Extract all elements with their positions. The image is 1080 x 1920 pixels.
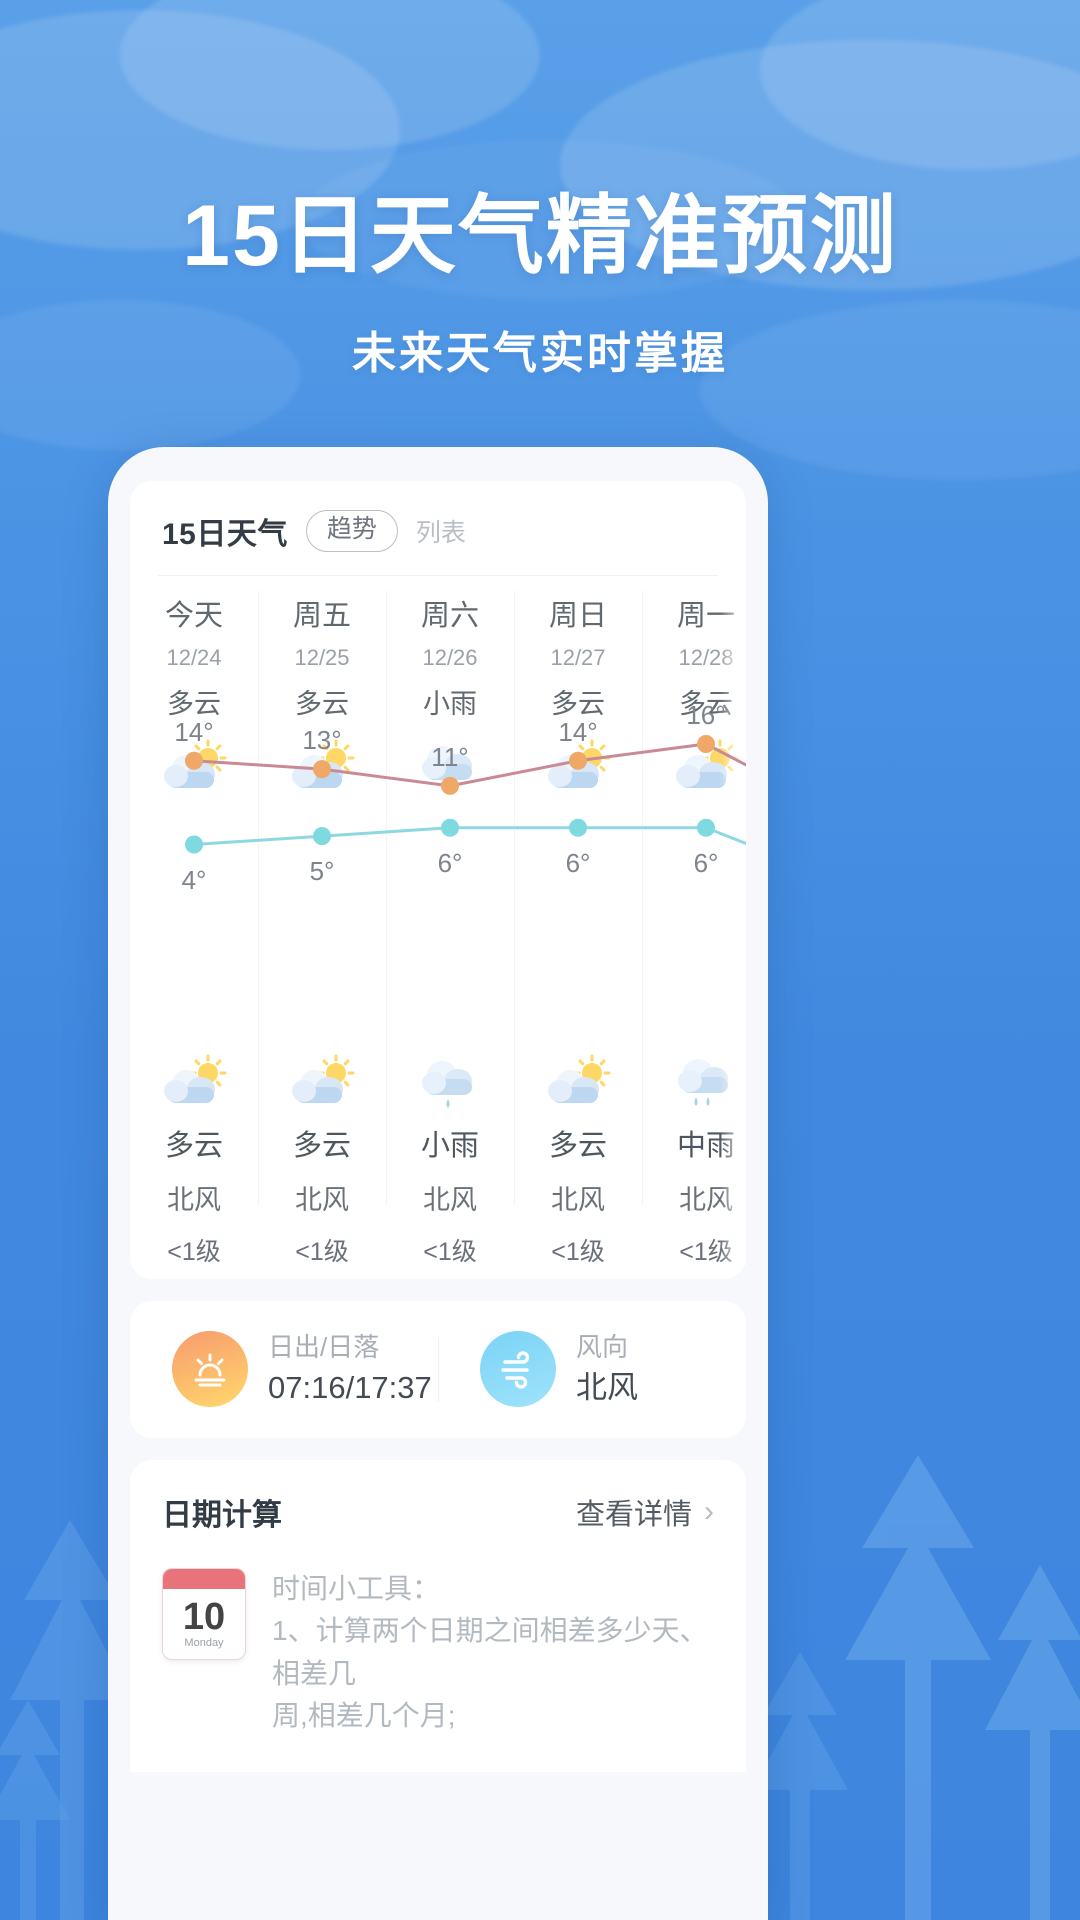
partly-cloudy-icon xyxy=(258,1036,386,1132)
forecast-day-column[interactable]: 周五 12/25 多云 多云 北风 xyxy=(258,576,386,1265)
day-condition-bottom: 小雨 xyxy=(386,1132,514,1161)
day-condition-bottom: 中雨 xyxy=(642,1132,746,1161)
day-wind-level: <1级 xyxy=(130,1240,258,1265)
weather-card-title: 15日天气 xyxy=(162,509,288,553)
hero-section: 15日天气精准预测 未来天气实时掌握 xyxy=(0,190,1080,381)
sunrise-label: 日出/日落 xyxy=(268,1331,432,1364)
wind-direction-item[interactable]: 风向 北风 xyxy=(438,1331,746,1408)
partly-cloudy-icon xyxy=(514,1036,642,1132)
forecast-day-column[interactable]: 周日 12/27 多云 多云 北风 xyxy=(514,576,642,1265)
date-calc-header: 日期计算 查看详情 › xyxy=(162,1490,714,1534)
wind-label: 风向 xyxy=(576,1331,638,1364)
date-calc-title: 日期计算 xyxy=(162,1490,282,1534)
tab-list[interactable]: 列表 xyxy=(416,513,466,549)
weather-card-header: 15日天气 趋势 列表 xyxy=(130,481,746,575)
day-date: 12/25 xyxy=(258,647,386,669)
day-condition-bottom: 多云 xyxy=(130,1132,258,1161)
chevron-right-icon: › xyxy=(704,1495,714,1529)
partly-cloudy-icon xyxy=(514,732,642,806)
day-wind-level: <1级 xyxy=(642,1240,746,1265)
day-name: 今天 xyxy=(130,602,258,631)
wind-icon xyxy=(480,1331,556,1407)
day-wind: 北风 xyxy=(386,1187,514,1214)
partly-cloudy-icon xyxy=(130,1036,258,1132)
day-wind-level: <1级 xyxy=(258,1240,386,1265)
date-calc-line-2: 1、计算两个日期之间相差多少天、相差几 xyxy=(272,1610,714,1695)
date-calc-line-3: 周,相差几个月; xyxy=(272,1695,714,1738)
day-date: 12/24 xyxy=(130,647,258,669)
tab-trend[interactable]: 趋势 xyxy=(306,510,398,552)
partly-cloudy-icon xyxy=(130,732,258,806)
view-details-button[interactable]: 查看详情 › xyxy=(576,1491,714,1533)
date-calc-line-1: 时间小工具： xyxy=(272,1568,714,1611)
day-wind-level: <1级 xyxy=(514,1240,642,1265)
forecast-day-column[interactable]: 今天 12/24 多云 多云 北风 xyxy=(130,576,258,1265)
rain-icon xyxy=(642,1036,746,1132)
day-date: 12/28 xyxy=(642,647,746,669)
sunrise-sunset-item[interactable]: 日出/日落 07:16/17:37 xyxy=(130,1331,438,1408)
calendar-weekday: Monday xyxy=(163,1637,245,1649)
calendar-icon: 10 Monday xyxy=(162,1568,246,1660)
day-date: 12/26 xyxy=(386,647,514,669)
day-condition-top: 多云 xyxy=(130,691,258,718)
day-condition-top: 小雨 xyxy=(386,691,514,718)
day-name: 周一 xyxy=(642,602,746,631)
sun-wind-card: 日出/日落 07:16/17:37 风向 北风 xyxy=(130,1301,746,1438)
phone-mockup: 15日天气 趋势 列表 今天 12/24 多云 xyxy=(108,447,768,1920)
sunrise-value: 07:16/17:37 xyxy=(268,1368,432,1408)
day-condition-top: 多云 xyxy=(514,691,642,718)
forecast-day-strip[interactable]: 今天 12/24 多云 多云 北风 xyxy=(130,576,746,1265)
sunrise-icon xyxy=(172,1331,248,1407)
partly-cloudy-icon xyxy=(258,732,386,806)
day-wind-level: <1级 xyxy=(386,1240,514,1265)
day-wind: 北风 xyxy=(514,1187,642,1214)
day-wind: 北风 xyxy=(258,1187,386,1214)
light-rain-icon xyxy=(386,732,514,806)
day-date: 12/27 xyxy=(514,647,642,669)
day-condition-top: 多云 xyxy=(642,691,746,718)
partly-cloudy-icon xyxy=(642,732,746,806)
forecast-day-column[interactable]: 周六 12/26 小雨 小雨 北风 <1级 xyxy=(386,576,514,1265)
day-name: 周五 xyxy=(258,602,386,631)
day-wind: 北风 xyxy=(642,1187,746,1214)
day-condition-bottom: 多云 xyxy=(258,1132,386,1161)
page-title: 15日天气精准预测 xyxy=(0,190,1080,283)
wind-value: 北风 xyxy=(576,1368,638,1408)
day-condition-top: 多云 xyxy=(258,691,386,718)
page-subtitle: 未来天气实时掌握 xyxy=(0,317,1080,381)
day-name: 周日 xyxy=(514,602,642,631)
day-wind: 北风 xyxy=(130,1187,258,1214)
day-name: 周六 xyxy=(386,602,514,631)
date-calc-description: 时间小工具： 1、计算两个日期之间相差多少天、相差几 周,相差几个月; xyxy=(272,1568,714,1738)
view-details-label: 查看详情 xyxy=(576,1491,692,1533)
light-rain-icon xyxy=(386,1036,514,1132)
weather-card: 15日天气 趋势 列表 今天 12/24 多云 xyxy=(130,481,746,1279)
day-condition-bottom: 多云 xyxy=(514,1132,642,1161)
date-calc-card: 日期计算 查看详情 › 10 Monday 时间小工具： 1、计算两个日期之间相… xyxy=(130,1460,746,1772)
date-calc-body: 10 Monday 时间小工具： 1、计算两个日期之间相差多少天、相差几 周,相… xyxy=(162,1568,714,1738)
forecast-day-column[interactable]: 周一 12/28 多云 中雨 北风 <1 xyxy=(642,576,746,1265)
